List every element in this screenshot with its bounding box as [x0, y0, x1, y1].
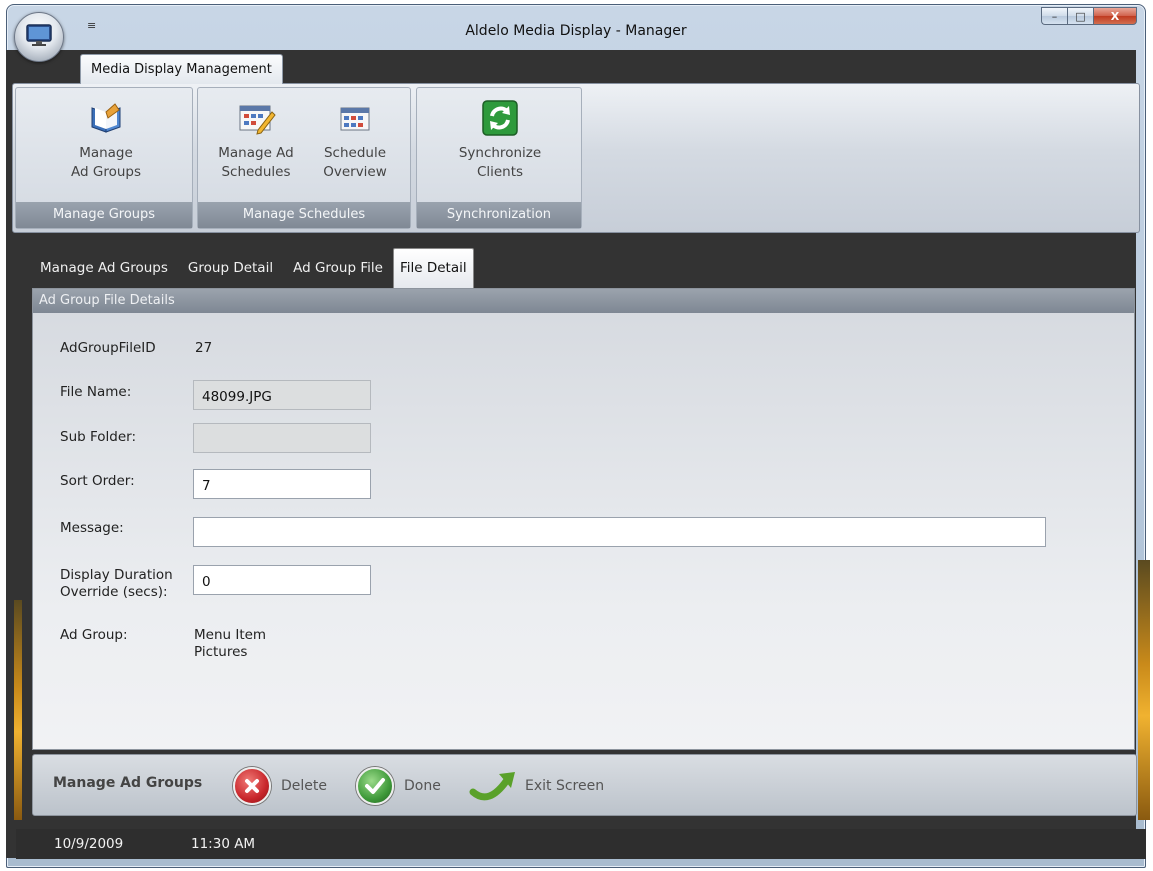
- sub-folder-label: Sub Folder:: [60, 429, 137, 445]
- ribbon: Manage Ad Groups Manage Groups Manage Ad…: [12, 83, 1140, 233]
- ribbon-group-synchronization: Synchronize Clients Synchronization: [416, 87, 582, 229]
- minimize-button[interactable]: –: [1041, 7, 1067, 25]
- ad-group-value-line2: Pictures: [194, 644, 248, 659]
- message-field[interactable]: [193, 517, 1046, 547]
- file-name-field: [193, 380, 371, 410]
- ribbon-group-label: Manage Groups: [16, 202, 192, 228]
- ad-group-value: Menu Item Pictures: [194, 627, 266, 659]
- action-bar-title: Manage Ad Groups: [53, 775, 203, 791]
- schedule-overview-button[interactable]: Schedule Overview: [310, 92, 400, 182]
- calendar-edit-icon: [236, 98, 276, 138]
- display-duration-field[interactable]: [193, 565, 371, 595]
- delete-label: Delete: [281, 778, 327, 794]
- ribbon-group-manage-schedules: Manage Ad Schedules Schedule Overview Ma…: [197, 87, 411, 229]
- exit-arrow-icon: [469, 767, 519, 805]
- status-date: 10/9/2009: [54, 836, 124, 852]
- background-image-strip: [1138, 560, 1150, 820]
- synchronize-clients-label: Synchronize Clients: [458, 145, 542, 180]
- tab-manage-ad-groups[interactable]: Manage Ad Groups: [30, 248, 178, 288]
- synchronize-clients-button[interactable]: Synchronize Clients: [440, 92, 560, 182]
- book-icon: [86, 98, 126, 138]
- done-label: Done: [404, 778, 441, 794]
- ribbon-tab-media-display-management[interactable]: Media Display Management: [80, 54, 283, 84]
- action-bar: Manage Ad Groups Delete Done Exit Screen: [32, 754, 1137, 816]
- close-button[interactable]: X: [1093, 7, 1137, 25]
- schedule-overview-label: Schedule Overview: [323, 145, 387, 180]
- status-time: 11:30 AM: [191, 836, 256, 852]
- ribbon-group-label: Manage Schedules: [198, 202, 410, 228]
- delete-button[interactable]: Delete: [233, 765, 327, 807]
- exit-screen-button[interactable]: Exit Screen: [469, 765, 604, 807]
- application-menu-button[interactable]: [14, 12, 64, 62]
- sub-folder-field: [193, 423, 371, 453]
- calendar-icon: [335, 98, 375, 138]
- status-bar: 10/9/2009 11:30 AM: [16, 829, 1146, 859]
- sync-icon: [480, 98, 520, 138]
- manage-ad-groups-button[interactable]: Manage Ad Groups: [56, 92, 156, 182]
- tab-ad-group-file[interactable]: Ad Group File: [283, 248, 393, 288]
- adgroupfileid-label: AdGroupFileID: [60, 340, 156, 356]
- manage-ad-schedules-button[interactable]: Manage Ad Schedules: [206, 92, 306, 182]
- content-tabs: Manage Ad Groups Group Detail Ad Group F…: [30, 248, 474, 288]
- ribbon-group-label: Synchronization: [417, 202, 581, 228]
- display-duration-label-line1: Display Duration: [60, 567, 173, 583]
- tab-file-detail[interactable]: File Detail: [392, 248, 474, 288]
- maximize-button[interactable]: □: [1067, 7, 1093, 25]
- delete-icon: [233, 767, 271, 805]
- title-bar: ≡ Aldelo Media Display - Manager – □ X: [7, 5, 1145, 55]
- display-duration-label: Display Duration Override (secs):: [60, 567, 173, 601]
- tab-group-detail[interactable]: Group Detail: [178, 248, 283, 288]
- window-controls: – □ X: [1041, 7, 1137, 25]
- panel-header: Ad Group File Details: [33, 289, 1134, 313]
- checkmark-icon: [356, 767, 394, 805]
- exit-screen-label: Exit Screen: [525, 778, 605, 794]
- window-title: Aldelo Media Display - Manager: [465, 23, 687, 39]
- ad-group-label: Ad Group:: [60, 627, 128, 643]
- sort-order-field[interactable]: [193, 469, 371, 499]
- ad-group-value-line1: Menu Item: [194, 627, 267, 643]
- sort-order-label: Sort Order:: [60, 473, 135, 489]
- ribbon-group-manage-groups: Manage Ad Groups Manage Groups: [15, 87, 193, 229]
- adgroupfileid-value: 27: [195, 340, 213, 356]
- monitor-icon: [25, 23, 53, 51]
- ad-group-file-details-panel: Ad Group File Details AdGroupFileID 27 F…: [32, 288, 1135, 750]
- message-label: Message:: [60, 520, 124, 536]
- manage-ad-groups-label: Manage Ad Groups: [71, 145, 141, 180]
- file-name-label: File Name:: [60, 384, 132, 400]
- done-button[interactable]: Done: [356, 765, 441, 807]
- display-duration-label-line2: Override (secs):: [60, 584, 168, 600]
- manage-ad-schedules-label: Manage Ad Schedules: [218, 145, 294, 180]
- background-image-strip-left: [14, 600, 22, 820]
